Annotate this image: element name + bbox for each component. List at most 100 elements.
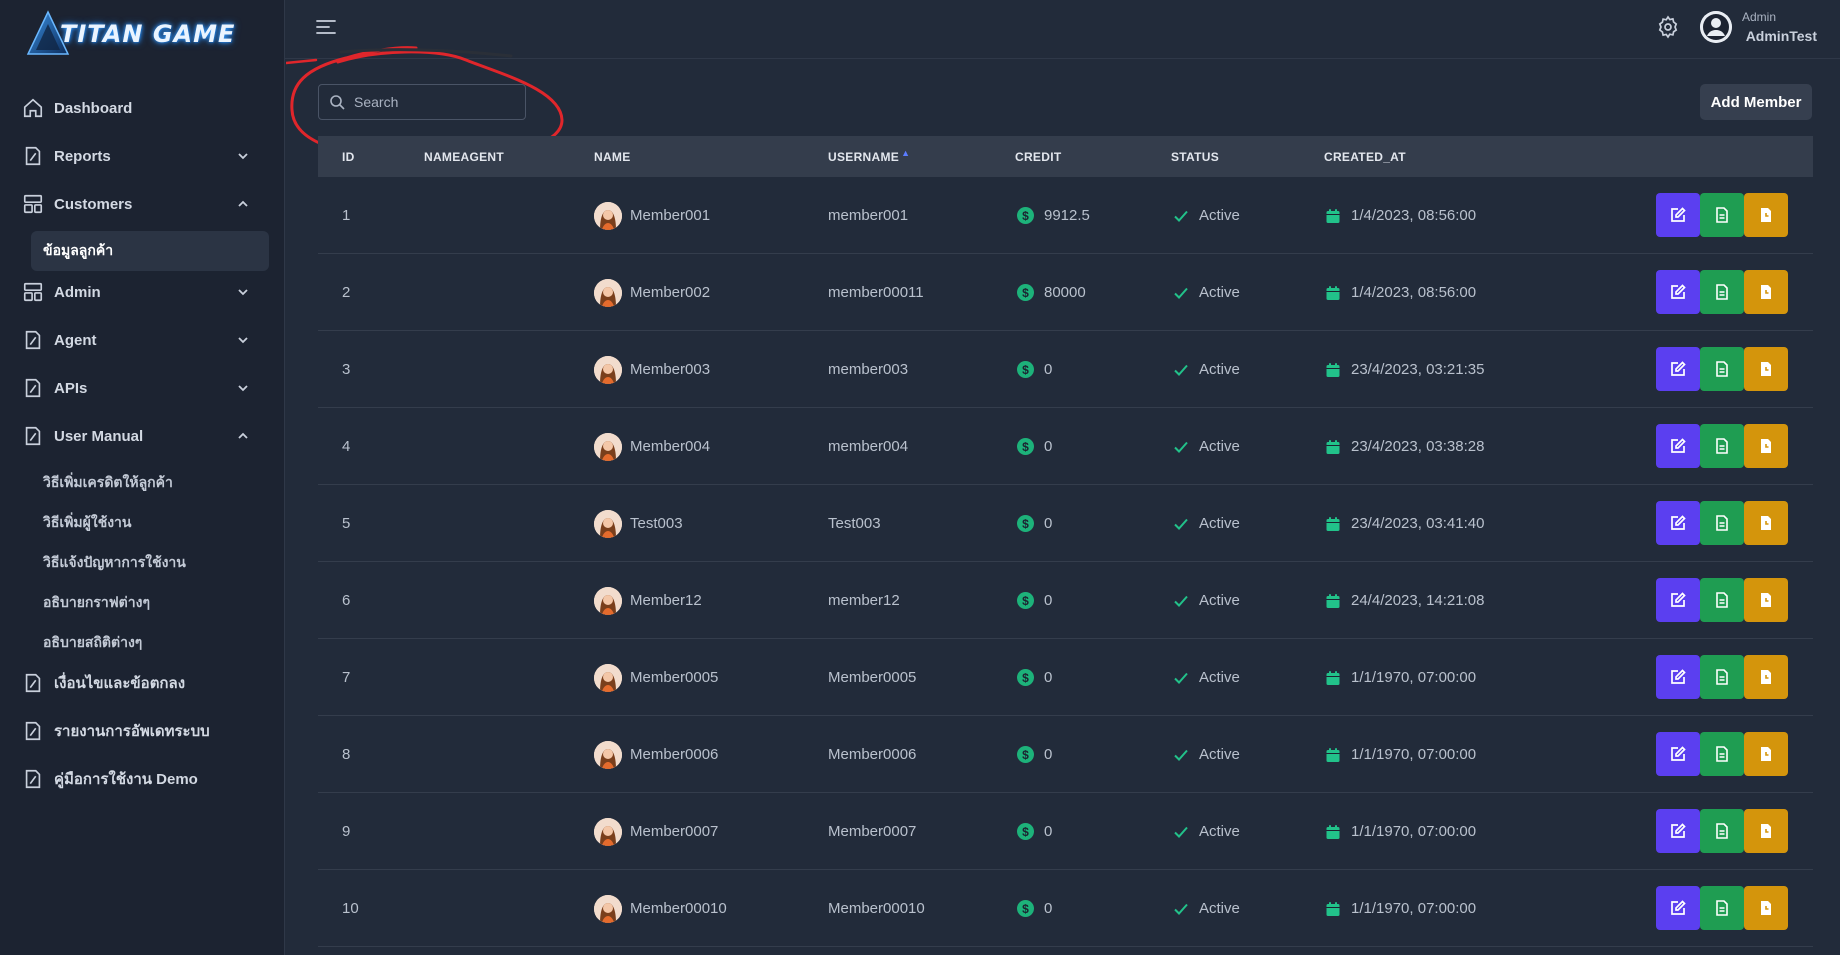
sidebar-item-user-manual[interactable]: User Manual: [22, 419, 262, 453]
file-clock-icon: [1761, 670, 1771, 684]
search-field[interactable]: [318, 84, 526, 120]
row-created-cell: 23/4/2023, 03:38:28: [1325, 408, 1484, 485]
document-icon: [1716, 361, 1728, 377]
document-button[interactable]: [1700, 501, 1744, 545]
column-header-username[interactable]: USERNAME ▲: [828, 136, 910, 177]
file-clock-icon: [1761, 362, 1771, 376]
row-credit-cell: $ 0: [1017, 331, 1052, 408]
row-status-cell: Active: [1173, 562, 1240, 639]
edit-button[interactable]: [1656, 193, 1700, 237]
row-created-at: 1/4/2023, 08:56:00: [1351, 207, 1477, 224]
edit-button[interactable]: [1656, 578, 1700, 622]
sidebar-item-update-report[interactable]: รายงานการอัพเดทระบบ: [22, 714, 262, 748]
column-header-nameagent[interactable]: NAMEAGENT: [424, 136, 504, 177]
row-name-cell: Member0006: [594, 716, 718, 793]
file-clock-button[interactable]: [1744, 732, 1788, 776]
edit-button[interactable]: [1656, 655, 1700, 699]
gear-icon[interactable]: [1656, 15, 1680, 39]
file-clock-button[interactable]: [1744, 424, 1788, 468]
file-clock-button[interactable]: [1744, 270, 1788, 314]
chevron-down-icon: [238, 153, 248, 160]
table-row: 10 Member00010 Member00010 $ 0 Active 1/…: [318, 870, 1813, 947]
column-header-id[interactable]: ID: [342, 136, 355, 177]
logo[interactable]: TITAN GAME: [26, 10, 256, 58]
dollar-icon: $: [1017, 438, 1034, 455]
document-button[interactable]: [1700, 424, 1744, 468]
sidebar-item-apis[interactable]: APIs: [22, 371, 262, 405]
sidebar-subitem-manual[interactable]: อธิบายสถิติต่างๆ: [43, 631, 142, 655]
row-created-cell: 1/1/1970, 07:00:00: [1325, 639, 1476, 716]
row-credit: 0: [1044, 900, 1053, 917]
sidebar-item-demo-manual[interactable]: คู่มือการใช้งาน Demo: [22, 762, 262, 796]
document-button[interactable]: [1700, 655, 1744, 699]
menu-icon[interactable]: [315, 18, 337, 36]
document-button[interactable]: [1700, 347, 1744, 391]
sidebar-item-admin[interactable]: Admin: [22, 275, 262, 309]
document-button[interactable]: [1700, 732, 1744, 776]
sidebar-item-reports[interactable]: Reports: [22, 139, 262, 173]
row-id: 7: [342, 669, 351, 686]
file-clock-icon: [1761, 208, 1771, 222]
row-id: 8: [342, 746, 351, 763]
document-button[interactable]: [1700, 809, 1744, 853]
row-actions: [1656, 809, 1788, 853]
agent-icon: [25, 330, 41, 350]
file-clock-button[interactable]: [1744, 347, 1788, 391]
file-clock-button[interactable]: [1744, 501, 1788, 545]
file-clock-button[interactable]: [1744, 809, 1788, 853]
sidebar-item-label: Dashboard: [54, 99, 133, 117]
edit-button[interactable]: [1656, 886, 1700, 930]
member-avatar: [594, 201, 622, 230]
document-icon: [1716, 284, 1728, 300]
home-icon: [23, 98, 43, 118]
edit-button[interactable]: [1656, 809, 1700, 853]
user-name[interactable]: AdminTest: [1746, 28, 1817, 44]
sidebar-item-dashboard[interactable]: Dashboard: [22, 91, 262, 125]
table-row: 2 Member002 member00011 $ 80000 Active 1…: [318, 254, 1813, 331]
edit-icon: [1671, 592, 1686, 607]
file-clock-button[interactable]: [1744, 655, 1788, 699]
row-credit-cell: $ 0: [1017, 562, 1052, 639]
file-clock-button[interactable]: [1744, 193, 1788, 237]
column-header-credit[interactable]: CREDIT: [1015, 136, 1061, 177]
row-name-cell: Member001: [594, 177, 710, 254]
edit-icon: [1671, 207, 1686, 222]
file-clock-button[interactable]: [1744, 578, 1788, 622]
document-icon: [1716, 515, 1728, 531]
edit-button[interactable]: [1656, 270, 1700, 314]
edit-button[interactable]: [1656, 424, 1700, 468]
edit-button[interactable]: [1656, 347, 1700, 391]
sidebar-subitem-customer-data[interactable]: ข้อมูลลูกค้า: [31, 231, 269, 271]
check-icon: [1174, 210, 1188, 222]
file-clock-button[interactable]: [1744, 886, 1788, 930]
edit-button[interactable]: [1656, 501, 1700, 545]
sidebar-subitem-manual[interactable]: วิธีเพิ่มเครดิตให้ลูกค้า: [43, 471, 173, 495]
sidebar-item-customers[interactable]: Customers: [22, 187, 262, 221]
column-header-status[interactable]: STATUS: [1171, 136, 1219, 177]
sidebar-item-agent[interactable]: Agent: [22, 323, 262, 357]
document-button[interactable]: [1700, 578, 1744, 622]
document-button[interactable]: [1700, 886, 1744, 930]
sidebar-subitem-manual[interactable]: อธิบายกราฟต่างๆ: [43, 591, 150, 615]
document-button[interactable]: [1700, 270, 1744, 314]
sidebar-subitem-manual[interactable]: วิธีแจ้งปัญหาการใช้งาน: [43, 551, 186, 575]
add-member-button[interactable]: Add Member: [1700, 84, 1812, 120]
member-avatar: [594, 817, 622, 846]
row-credit-cell: $ 0: [1017, 870, 1052, 947]
edit-button[interactable]: [1656, 732, 1700, 776]
search-input[interactable]: [354, 94, 514, 110]
row-status: Active: [1199, 361, 1240, 378]
check-icon: [1174, 518, 1188, 530]
sidebar-item-terms[interactable]: เงื่อนไขและข้อตกลง: [22, 666, 262, 700]
sidebar-subitem-manual[interactable]: วิธีเพิ่มผู้ใช้งาน: [43, 511, 131, 535]
edit-icon: [1671, 823, 1686, 838]
row-created-at: 23/4/2023, 03:38:28: [1351, 438, 1485, 455]
file-clock-icon: [1761, 285, 1771, 299]
column-header-created-at[interactable]: CREATED_AT: [1324, 136, 1406, 177]
sidebar-item-label: คู่มือการใช้งาน Demo: [54, 771, 198, 788]
member-avatar: [594, 278, 622, 307]
row-name: Member00010: [630, 900, 727, 917]
avatar[interactable]: [1700, 11, 1732, 43]
document-button[interactable]: [1700, 193, 1744, 237]
column-header-name[interactable]: NAME: [594, 136, 631, 177]
